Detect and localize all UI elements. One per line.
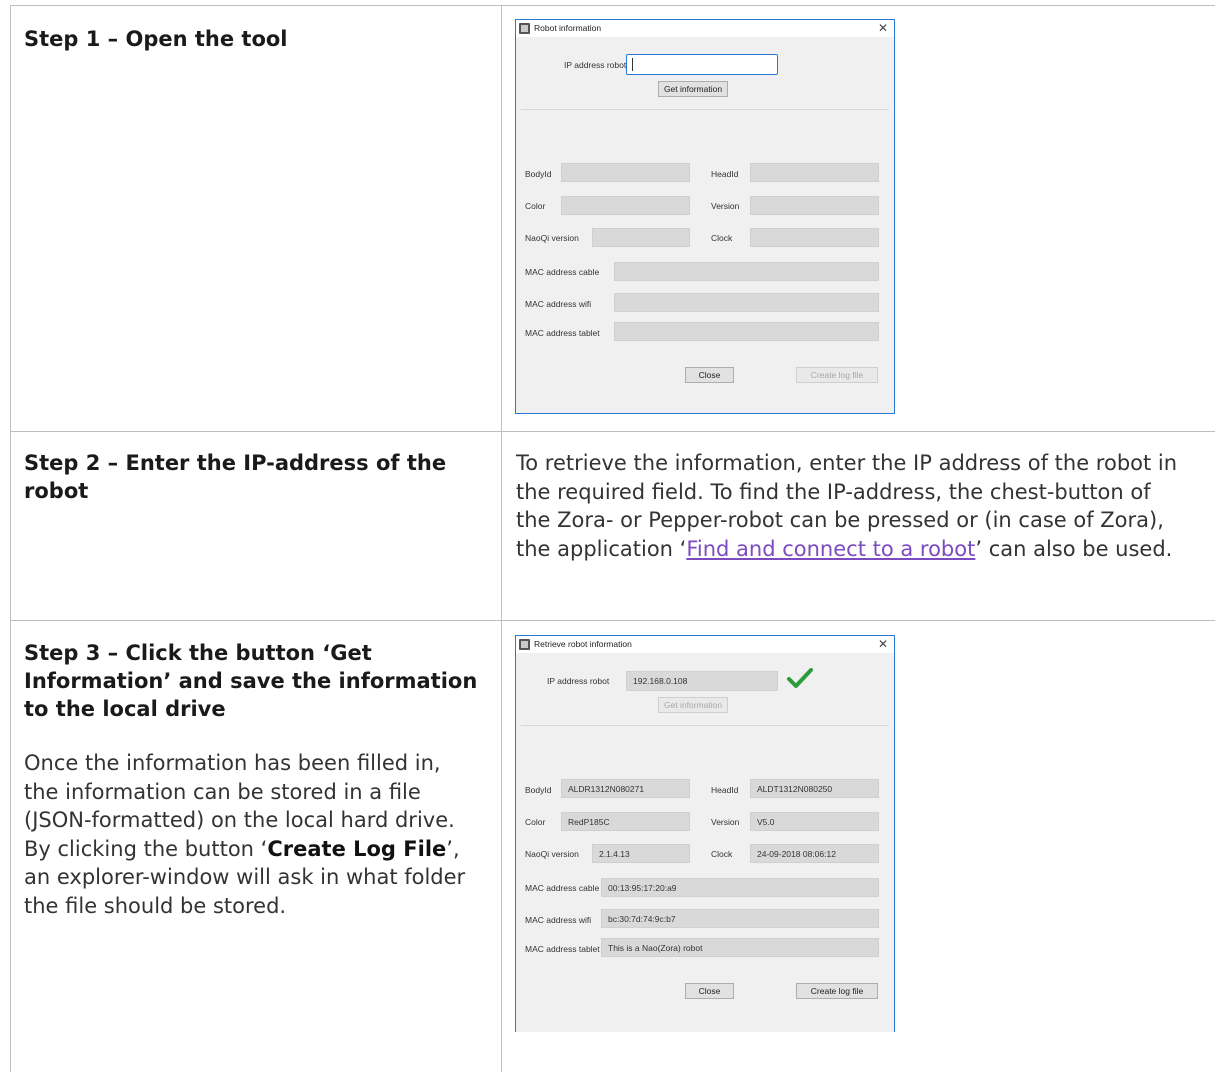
titlebar: Robot information ✕: [516, 20, 894, 37]
headid-label: HeadId: [711, 785, 739, 795]
step2-text-end: ’ can also be used.: [975, 536, 1173, 561]
mac-cable-label: MAC address cable: [525, 883, 600, 893]
ip-label: IP address robot: [564, 60, 627, 70]
bodyid-label: BodyId: [525, 169, 552, 179]
close-icon[interactable]: ✕: [878, 21, 888, 35]
ip-address-input[interactable]: 192.168.0.108: [626, 671, 778, 691]
bodyid-field[interactable]: [561, 163, 690, 182]
row-divider-2: [10, 620, 1215, 621]
close-button[interactable]: Close: [685, 367, 734, 383]
create-log-file-button[interactable]: Create log file: [796, 983, 878, 999]
mac-wifi-label: MAC address wifi: [525, 299, 592, 309]
clock-field[interactable]: [750, 228, 879, 247]
create-log-file-emphasis: Create Log File: [267, 836, 447, 861]
app-icon: [519, 23, 530, 34]
step1-title-cell: Step 1 – Open the tool: [24, 25, 484, 53]
color-field[interactable]: [561, 196, 690, 215]
version-label: Version: [711, 817, 740, 827]
naoqi-field[interactable]: [592, 228, 690, 247]
robot-information-window: Robot information ✕ IP address robot Get…: [515, 19, 895, 414]
ip-label: IP address robot: [547, 676, 610, 686]
green-checkmark-icon: [787, 668, 813, 688]
text-caret: [632, 58, 633, 71]
mac-wifi-label: MAC address wifi: [525, 915, 592, 925]
mac-tablet-label: MAC address tablet: [525, 328, 600, 338]
naoqi-field[interactable]: 2.1.4.13: [592, 844, 690, 863]
naoqi-label: NaoQi version: [525, 233, 579, 243]
color-label: Color: [525, 201, 546, 211]
naoqi-label: NaoQi version: [525, 849, 579, 859]
version-field[interactable]: V5.0: [750, 812, 879, 831]
retrieve-robot-information-window: Retrieve robot information ✕ IP address …: [515, 635, 895, 1032]
mac-tablet-label: MAC address tablet: [525, 944, 600, 954]
find-and-connect-link[interactable]: Find and connect to a robot: [686, 537, 975, 561]
create-log-file-button[interactable]: Create log file: [796, 367, 878, 383]
step2-title-cell: Step 2 – Enter the IP-address of the rob…: [24, 449, 486, 505]
mac-cable-field[interactable]: 00:13:95:17:20:a9: [601, 878, 879, 897]
table-border-left: [10, 5, 11, 1072]
step3-cell: Step 3 – Click the button ‘Get Informati…: [24, 639, 484, 920]
clock-field[interactable]: 24-09-2018 08:06:12: [750, 844, 879, 863]
step2-description-cell: To retrieve the information, enter the I…: [516, 449, 1188, 563]
row-divider-1: [10, 431, 1215, 432]
headid-field[interactable]: [750, 163, 879, 182]
headid-label: HeadId: [711, 169, 739, 179]
mac-cable-field[interactable]: [614, 262, 879, 281]
get-information-button[interactable]: Get information: [658, 81, 728, 97]
version-field[interactable]: [750, 196, 879, 215]
mac-tablet-field[interactable]: [614, 322, 879, 341]
headid-field[interactable]: ALDT1312N080250: [750, 779, 879, 798]
mac-wifi-field[interactable]: bc:30:7d:74:9c:b7: [601, 909, 879, 928]
mac-tablet-field[interactable]: This is a Nao(Zora) robot: [601, 938, 879, 957]
close-icon[interactable]: ✕: [878, 637, 888, 651]
separator: [521, 109, 889, 110]
step2-description: To retrieve the information, enter the I…: [516, 449, 1188, 563]
bodyid-label: BodyId: [525, 785, 552, 795]
ip-address-input[interactable]: [626, 54, 778, 75]
clock-label: Clock: [711, 233, 733, 243]
color-field[interactable]: RedP185C: [561, 812, 690, 831]
version-label: Version: [711, 201, 740, 211]
table-border-top: [10, 5, 1215, 6]
step3-title: Step 3 – Click the button ‘Get Informati…: [24, 641, 478, 721]
column-divider: [501, 5, 502, 1072]
window-title: Retrieve robot information: [534, 639, 632, 649]
mac-wifi-field[interactable]: [614, 293, 879, 312]
step2-title: Step 2 – Enter the IP-address of the rob…: [24, 451, 447, 503]
bodyid-field[interactable]: ALDR1312N080271: [561, 779, 690, 798]
titlebar: Retrieve robot information ✕: [516, 636, 894, 653]
color-label: Color: [525, 817, 546, 827]
separator: [521, 725, 889, 726]
close-button[interactable]: Close: [685, 983, 734, 999]
mac-cable-label: MAC address cable: [525, 267, 600, 277]
step1-title: Step 1 – Open the tool: [24, 27, 288, 51]
window-title: Robot information: [534, 23, 602, 33]
get-information-button[interactable]: Get information: [658, 697, 728, 713]
clock-label: Clock: [711, 849, 733, 859]
app-icon: [519, 639, 530, 650]
step3-description: Once the information has been filled in,…: [24, 749, 479, 920]
